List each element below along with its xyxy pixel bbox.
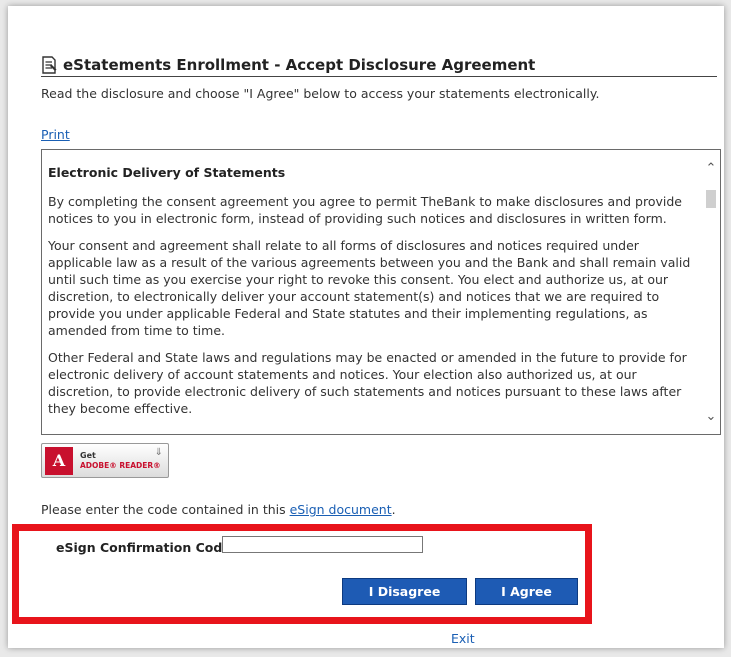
confirmation-code-label: eSign Confirmation Code xyxy=(56,540,231,555)
scroll-down-icon[interactable]: ⌄ xyxy=(704,410,718,424)
exit-link[interactable]: Exit xyxy=(451,631,475,646)
disclosure-heading: Electronic Delivery of Statements xyxy=(48,165,286,180)
confirmation-code-input[interactable] xyxy=(222,536,423,553)
disclosure-paragraph: By completing the consent agreement you … xyxy=(48,194,682,226)
print-link[interactable]: Print xyxy=(41,127,70,142)
disclosure-scrollbar[interactable]: ⌃ ⌄ xyxy=(702,150,720,434)
adobe-text: Get ADOBE® READER® xyxy=(80,451,161,471)
adobe-get-label: Get xyxy=(80,450,96,460)
agree-button[interactable]: I Agree xyxy=(475,578,578,605)
adobe-reader-label: ADOBE® READER® xyxy=(80,460,161,470)
scroll-up-icon[interactable]: ⌃ xyxy=(704,162,718,176)
intro-text: Read the disclosure and choose "I Agree"… xyxy=(41,86,600,101)
disagree-button[interactable]: I Disagree xyxy=(342,578,467,605)
disclosure-content: Electronic Delivery of Statements By com… xyxy=(42,150,702,434)
code-instruction: Please enter the code contained in this … xyxy=(41,502,396,517)
disclosure-box[interactable]: Electronic Delivery of Statements By com… xyxy=(41,149,721,435)
page-header: eStatements Enrollment - Accept Disclosu… xyxy=(41,56,717,77)
scroll-thumb[interactable] xyxy=(706,190,716,208)
get-adobe-reader-button[interactable]: A Get ADOBE® READER® ⇓ xyxy=(41,443,169,478)
disclosure-paragraph: Other Federal and State laws and regulat… xyxy=(48,350,687,416)
code-instruction-suffix: . xyxy=(391,502,396,517)
document-icon xyxy=(42,56,57,74)
disclosure-paragraph: Your consent and agreement shall relate … xyxy=(48,238,691,338)
page-title: eStatements Enrollment - Accept Disclosu… xyxy=(63,56,536,74)
code-instruction-prefix: Please enter the code contained in this xyxy=(41,502,290,517)
adobe-logo-icon: A xyxy=(45,446,73,475)
esign-document-link[interactable]: eSign document xyxy=(290,502,392,517)
download-arrow-icon: ⇓ xyxy=(154,447,163,458)
page: eStatements Enrollment - Accept Disclosu… xyxy=(8,6,724,648)
